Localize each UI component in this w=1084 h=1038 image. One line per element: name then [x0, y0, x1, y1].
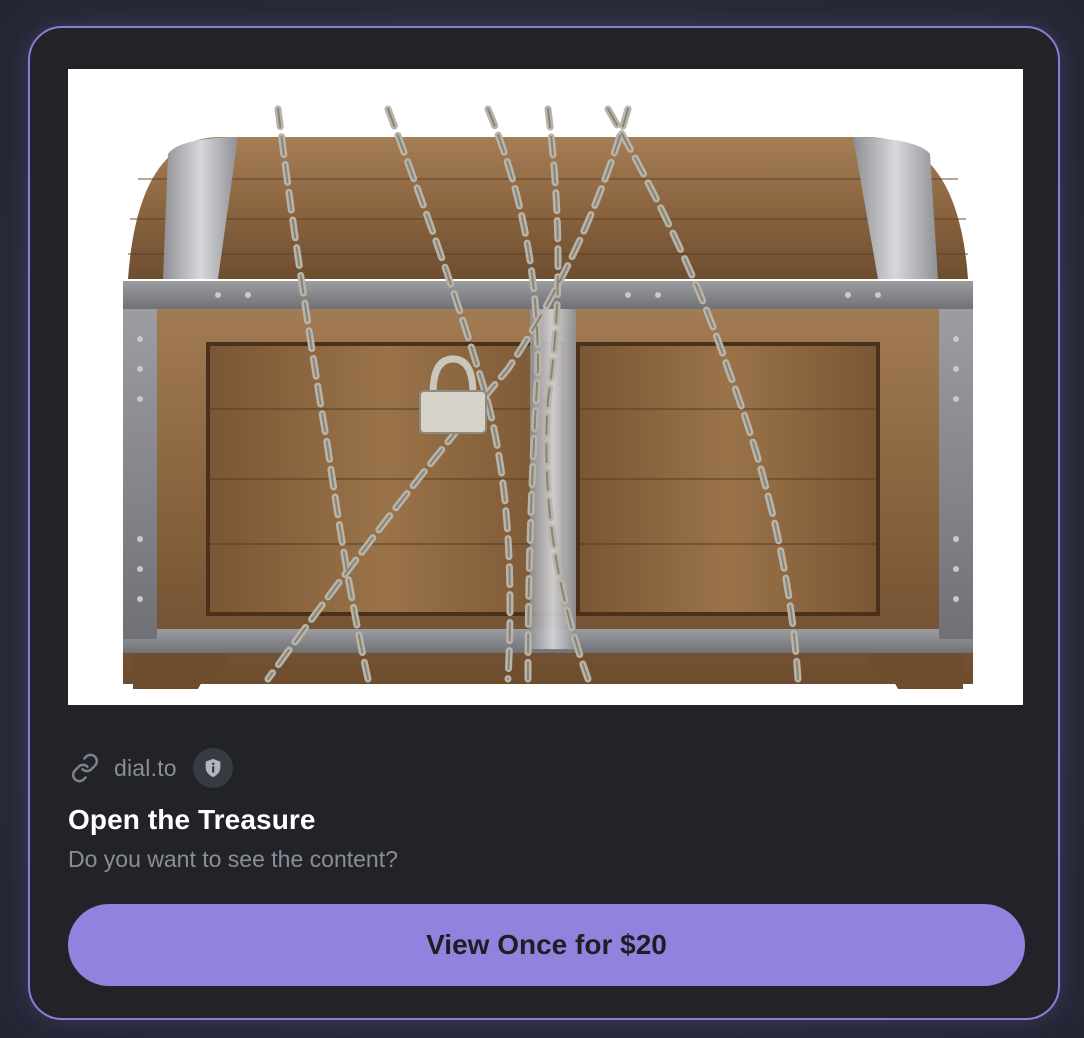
- card-description: Do you want to see the content?: [68, 846, 398, 872]
- source-row: dial.to: [68, 748, 233, 788]
- action-card: dial.to Open the Treasure Do you want to…: [28, 26, 1060, 1020]
- card-title: Open the Treasure: [68, 804, 316, 835]
- link-icon: [68, 751, 102, 785]
- page: dial.to Open the Treasure Do you want to…: [0, 0, 1084, 1038]
- source-domain-link[interactable]: dial.to: [114, 755, 177, 782]
- treasure-chest-image: [68, 69, 1023, 705]
- view-once-button[interactable]: View Once for $20: [68, 904, 1025, 986]
- shield-info-icon[interactable]: [192, 748, 233, 788]
